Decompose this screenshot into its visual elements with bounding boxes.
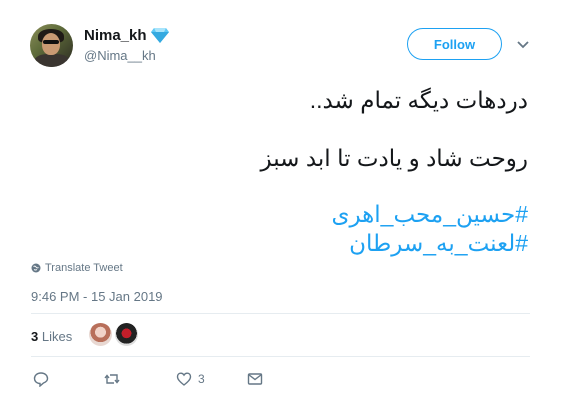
translate-label: Translate Tweet (45, 262, 123, 274)
avatar-body (34, 54, 70, 67)
like-count: 3 (198, 372, 205, 386)
tweet-timestamp[interactable]: 9:46 PM - 15 Jan 2019 (31, 289, 163, 304)
avatar-glasses (43, 40, 59, 44)
tweet-text-line-1: دردهات دیگه تمام شد.. (309, 87, 528, 113)
tweet-text-line-2: روحت شاد و یادت تا ابد سبز (260, 145, 528, 171)
reply-button[interactable] (33, 369, 55, 389)
globe-icon (31, 263, 41, 273)
hashtag-link-2[interactable]: #لعنت_به_سرطان (349, 227, 528, 259)
hashtag-link-1[interactable]: #حسین_محب_اهری (331, 198, 528, 230)
heart-icon (176, 372, 192, 386)
diamond-icon (151, 28, 169, 43)
translate-tweet-link[interactable]: Translate Tweet (31, 262, 123, 274)
divider (31, 356, 530, 357)
chevron-down-icon[interactable] (516, 40, 530, 50)
direct-message-button[interactable] (247, 369, 269, 389)
divider (31, 313, 530, 314)
follow-button[interactable]: Follow (407, 28, 502, 60)
like-button[interactable]: 3 (176, 369, 205, 389)
avatar[interactable] (30, 24, 73, 67)
liker-avatar[interactable] (89, 323, 112, 346)
likes-label: Likes (41, 329, 73, 344)
liker-avatar[interactable] (115, 323, 138, 346)
envelope-icon (247, 373, 263, 385)
likes-number: 3 (31, 329, 39, 344)
retweet-icon (104, 374, 120, 384)
avatar-face (42, 33, 60, 55)
reply-icon (33, 372, 49, 387)
likes-count[interactable]: 3 Likes (31, 329, 72, 344)
retweet-button[interactable] (104, 369, 126, 389)
display-name[interactable]: Nima_kh (84, 27, 147, 44)
user-handle[interactable]: @Nima__kh (84, 48, 156, 63)
